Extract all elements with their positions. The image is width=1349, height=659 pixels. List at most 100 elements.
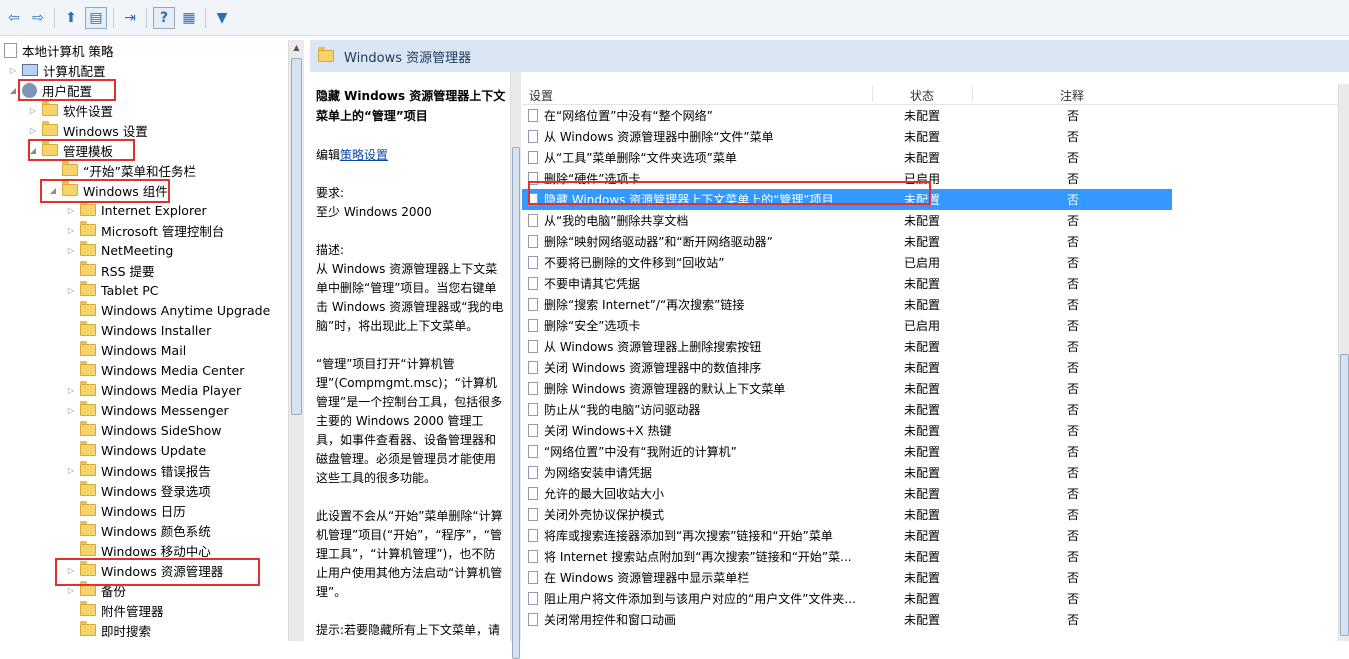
tree-item-component[interactable]: Windows 移动中心 <box>66 540 211 560</box>
tree-item-component[interactable]: Windows Update <box>66 440 206 460</box>
table-row[interactable]: 从“我的电脑”删除共享文档 未配置 否 <box>522 210 1172 231</box>
expand-arrow-icon[interactable]: ▷ <box>66 286 76 295</box>
folder-icon <box>80 501 96 516</box>
expand-arrow-icon[interactable]: ▷ <box>8 66 18 75</box>
expand-arrow-icon[interactable]: ▷ <box>66 586 76 595</box>
table-row[interactable]: 删除 Windows 资源管理器的默认上下文菜单 未配置 否 <box>522 378 1172 399</box>
tree-item-component[interactable]: ▷ Tablet PC <box>66 280 158 300</box>
edit-policy-link[interactable]: 策略设置 <box>340 148 388 162</box>
table-row[interactable]: 将库或搜索连接器添加到“再次搜索”链接和“开始”菜单 未配置 否 <box>522 525 1172 546</box>
tree-item-component[interactable]: Windows 颜色系统 <box>66 520 211 540</box>
table-row[interactable]: 删除“映射网络驱动器”和“断开网络驱动器” 未配置 否 <box>522 231 1172 252</box>
tree-item-component[interactable]: Windows SideShow <box>66 420 222 440</box>
back-icon[interactable]: ⇦ <box>4 8 24 28</box>
tree-item-component[interactable]: RSS 提要 <box>66 260 155 280</box>
table-row[interactable]: “网络位置”中没有“我附近的计算机” 未配置 否 <box>522 441 1172 462</box>
extended-view-icon[interactable]: ▦ <box>179 8 199 28</box>
tree-item-component[interactable]: Windows Installer <box>66 320 211 340</box>
table-row[interactable]: 将 Internet 搜索站点附加到“再次搜索”链接和“开始”菜... 未配置 否 <box>522 546 1172 567</box>
collapse-arrow-icon[interactable]: ◢ <box>28 146 38 155</box>
show-tree-icon[interactable]: ▤ <box>85 6 107 29</box>
tree-item-component[interactable]: Windows Anytime Upgrade <box>66 300 270 320</box>
expand-arrow-icon[interactable]: ▷ <box>66 466 76 475</box>
tree-item-component[interactable]: ▷ Microsoft 管理控制台 <box>66 220 224 240</box>
expand-arrow-icon[interactable]: ▷ <box>66 246 76 255</box>
setting-comment: 否 <box>1067 256 1080 270</box>
tree-item-computer-config[interactable]: ▷ 计算机配置 <box>8 60 106 80</box>
table-row[interactable]: 隐藏 Windows 资源管理器上下文菜单上的“管理”项目 未配置 否 <box>522 189 1172 210</box>
tree-item-component[interactable]: 附件管理器 <box>66 600 164 620</box>
collapse-arrow-icon[interactable]: ◢ <box>48 186 58 195</box>
table-row[interactable]: 在“网络位置”中没有“整个网络” 未配置 否 <box>522 105 1172 126</box>
tree-item-admin-templates[interactable]: ◢ 管理模板 <box>28 140 113 160</box>
tree-item-user-config[interactable]: ◢ 用户配置 <box>8 80 92 100</box>
expand-arrow-icon[interactable]: ▷ <box>66 226 76 235</box>
setting-name: 将 Internet 搜索站点附加到“再次搜索”链接和“开始”菜... <box>544 550 852 564</box>
tree-item-component[interactable]: ▷ Windows Messenger <box>66 400 229 420</box>
up-folder-icon[interactable]: ⬆ <box>61 8 81 28</box>
column-comment[interactable]: 注释 <box>1060 87 1084 104</box>
export-list-icon[interactable]: ⇥ <box>120 8 140 28</box>
policy-setting-icon <box>528 277 538 290</box>
tree-item-component[interactable]: Windows 登录选项 <box>66 480 211 500</box>
expand-arrow-icon[interactable]: ▷ <box>66 406 76 415</box>
tree-item-component[interactable]: ▷ Windows 错误报告 <box>66 460 211 480</box>
expand-arrow-icon[interactable]: ▷ <box>66 386 76 395</box>
scrollbar-thumb[interactable] <box>291 58 302 415</box>
description-scrollbar[interactable] <box>510 72 521 659</box>
tree-item-start-menu[interactable]: “开始”菜单和任务栏 <box>48 160 196 180</box>
tree-item-component[interactable]: Windows 日历 <box>66 500 186 520</box>
table-row[interactable]: 阻止用户将文件添加到与该用户对应的“用户文件”文件夹... 未配置 否 <box>522 588 1172 609</box>
table-row[interactable]: 从“工具”菜单删除“文件夹选项”菜单 未配置 否 <box>522 147 1172 168</box>
tree-item-label: 本地计算机 策略 <box>22 43 114 59</box>
list-scrollbar[interactable] <box>1338 84 1349 641</box>
scrollbar-thumb[interactable] <box>512 147 520 659</box>
expand-arrow-icon[interactable]: ▷ <box>28 106 38 115</box>
tree-item-root[interactable]: 本地计算机 策略 <box>4 40 113 60</box>
tree-item-component[interactable]: ▷ Windows 资源管理器 <box>66 560 223 580</box>
tree-item-software-settings[interactable]: ▷ 软件设置 <box>28 100 113 120</box>
tree-item-component[interactable]: ▷ NetMeeting <box>66 240 173 260</box>
table-row[interactable]: 关闭 Windows+X 热键 未配置 否 <box>522 420 1172 441</box>
expand-arrow-icon[interactable]: ▷ <box>66 206 76 215</box>
setting-name: 关闭常用控件和窗口动画 <box>544 613 677 627</box>
table-row[interactable]: 关闭外壳协议保护模式 未配置 否 <box>522 504 1172 525</box>
tree-item-component[interactable]: ▷ Internet Explorer <box>66 200 207 220</box>
table-row[interactable]: 在 Windows 资源管理器中显示菜单栏 未配置 否 <box>522 567 1172 588</box>
setting-name: 删除“硬件”选项卡 <box>544 172 641 186</box>
tree-item-component[interactable]: ▷ Windows Media Player <box>66 380 241 400</box>
table-row[interactable]: 从 Windows 资源管理器上删除搜索按钮 未配置 否 <box>522 336 1172 357</box>
table-row[interactable]: 关闭 Windows 资源管理器中的数值排序 未配置 否 <box>522 357 1172 378</box>
tree-item-component[interactable]: Windows Media Center <box>66 360 244 380</box>
tree-item-component[interactable]: ▷ 备份 <box>66 580 126 600</box>
table-row[interactable]: 删除“硬件”选项卡 已启用 否 <box>522 168 1172 189</box>
requirements-value: 至少 Windows 2000 <box>316 205 432 219</box>
setting-name: “网络位置”中没有“我附近的计算机” <box>544 445 737 459</box>
table-row[interactable]: 关闭常用控件和窗口动画 未配置 否 <box>522 609 1172 630</box>
table-row[interactable]: 为网络安装申请凭据 未配置 否 <box>522 462 1172 483</box>
table-row[interactable]: 不要申请其它凭据 未配置 否 <box>522 273 1172 294</box>
column-state[interactable]: 状态 <box>910 87 934 104</box>
table-row[interactable]: 删除“安全”选项卡 已启用 否 <box>522 315 1172 336</box>
forward-icon[interactable]: ⇨ <box>28 8 48 28</box>
tree-item-windows-components[interactable]: ◢ Windows 组件 <box>48 180 168 200</box>
expand-arrow-icon[interactable]: ▷ <box>66 566 76 575</box>
tree-item-component[interactable]: Windows Mail <box>66 340 186 360</box>
table-row[interactable]: 从 Windows 资源管理器中删除“文件”菜单 未配置 否 <box>522 126 1172 147</box>
table-row[interactable]: 防止从“我的电脑”访问驱动器 未配置 否 <box>522 399 1172 420</box>
tree-item-windows-settings[interactable]: ▷ Windows 设置 <box>28 120 148 140</box>
table-row[interactable]: 不要将已删除的文件移到“回收站” 已启用 否 <box>522 252 1172 273</box>
expand-arrow-icon[interactable]: ▷ <box>28 126 38 135</box>
table-row[interactable]: 允许的最大回收站大小 未配置 否 <box>522 483 1172 504</box>
table-row[interactable]: 删除“搜索 Internet”/“再次搜索”链接 未配置 否 <box>522 294 1172 315</box>
collapse-arrow-icon[interactable]: ◢ <box>8 86 18 95</box>
scrollbar-thumb[interactable] <box>1340 354 1349 636</box>
policy-title: 隐藏 Windows 资源管理器上下文菜单上的“管理”项目 <box>316 89 506 123</box>
filter-icon[interactable]: ▼ <box>212 8 232 28</box>
help-icon[interactable]: ? <box>153 6 175 29</box>
tree-item-component[interactable]: 即时搜索 <box>66 620 151 640</box>
scroll-up-icon[interactable]: ▲ <box>289 40 304 56</box>
edit-line: 编辑策略设置 <box>316 146 506 165</box>
tree-scrollbar[interactable]: ▲ <box>288 40 304 641</box>
column-setting[interactable]: 设置 <box>529 87 553 104</box>
